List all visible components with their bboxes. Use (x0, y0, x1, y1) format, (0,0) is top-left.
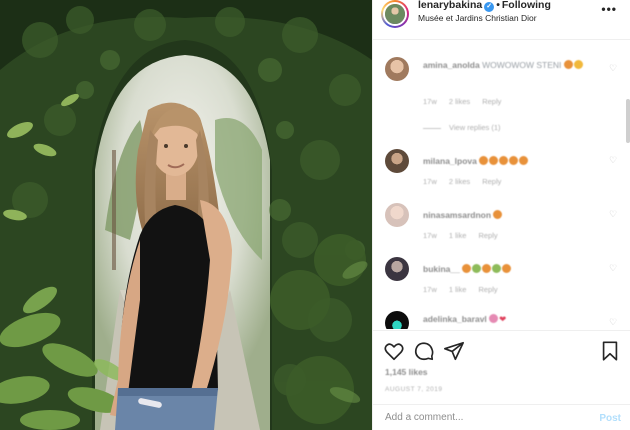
comment-body: milana_lpova (423, 155, 603, 167)
emoji-icon (482, 264, 492, 273)
author-avatar[interactable] (381, 0, 409, 28)
verified-badge-icon: ✓ (484, 2, 495, 12)
emoji-icon (489, 314, 499, 323)
reply-button[interactable]: Reply (482, 97, 501, 106)
comment-text: WOWOWOW STENI (482, 60, 562, 70)
comment-time: 17w (423, 231, 437, 240)
comment-likes[interactable]: 2 likes (449, 177, 470, 186)
post-actions (373, 330, 630, 362)
comment-likes[interactable]: 2 likes (449, 97, 470, 106)
comment-time: 17w (423, 285, 437, 294)
commenter-avatar[interactable] (385, 149, 409, 173)
comments-scrollbar[interactable] (626, 99, 630, 143)
commenter-username[interactable]: adelinka_baravl (423, 314, 487, 324)
emoji-icon (489, 156, 499, 165)
comment-like-icon[interactable]: ♡ (609, 263, 619, 273)
commenter-avatar[interactable] (385, 203, 409, 227)
post-photo[interactable] (0, 0, 372, 430)
reply-button[interactable]: Reply (482, 177, 501, 186)
emoji-icon (479, 156, 489, 165)
emoji-icon (472, 264, 482, 273)
post-comment-button[interactable]: Post (599, 413, 621, 424)
comment-meta: 17w 1 like Reply (423, 285, 508, 294)
comment-body: bukina__ (423, 263, 603, 275)
reply-button[interactable]: Reply (478, 231, 497, 240)
comment-body: adelinka_baravl ❤ (423, 313, 603, 325)
likes-count[interactable]: 1,145 likes (385, 367, 428, 377)
comment-body: ninasamsardnon (423, 209, 603, 221)
comment-time: 17w (423, 177, 437, 186)
comment-icon[interactable] (413, 340, 435, 362)
comment-likes[interactable]: 1 like (449, 285, 467, 294)
add-comment-bar: Post (373, 404, 630, 430)
emoji-icon (573, 60, 583, 69)
comment-meta: 17w 2 likes Reply (423, 97, 511, 106)
post-header: lenarybakina ✓ • Following Musée et Jardins… (373, 0, 630, 40)
emoji-icon (509, 156, 519, 165)
heart-icon[interactable] (383, 340, 405, 362)
view-replies-button[interactable]: View replies (1) (423, 123, 501, 132)
more-options-icon[interactable]: ••• (601, 2, 617, 16)
reply-button[interactable]: Reply (478, 285, 497, 294)
commenter-username[interactable]: milana_lpova (423, 156, 477, 166)
separator-dot: • (496, 0, 500, 11)
author-line: lenarybakina ✓ • Following (418, 0, 551, 12)
bookmark-icon[interactable] (599, 340, 621, 362)
commenter-avatar[interactable] (385, 257, 409, 281)
commenter-username[interactable]: ninasamsardnon (423, 210, 491, 220)
emoji-icon (492, 264, 502, 273)
instagram-post: lenarybakina ✓ • Following Musée et Jardins… (0, 0, 630, 430)
comment-meta: 17w 2 likes Reply (423, 177, 511, 186)
commenter-avatar[interactable] (385, 57, 409, 81)
comment-like-icon[interactable]: ♡ (609, 63, 619, 73)
post-location[interactable]: Musée et Jardins Christian Dior (418, 13, 537, 23)
commenter-avatar[interactable] (385, 311, 409, 329)
comment-likes[interactable]: 1 like (449, 231, 467, 240)
emoji-icon (563, 60, 573, 69)
emoji-icon (462, 264, 472, 273)
comment-like-icon[interactable]: ♡ (609, 209, 619, 219)
emoji-icon (519, 156, 529, 165)
comment-time: 17w (423, 97, 437, 106)
heart-emoji-icon: ❤ (499, 314, 507, 324)
comment-input[interactable] (385, 412, 575, 423)
following-button[interactable]: Following (502, 0, 551, 11)
garden-arch-photo (0, 0, 372, 430)
author-username[interactable]: lenarybakina (418, 0, 482, 11)
emoji-icon (502, 264, 512, 273)
emoji-icon (493, 210, 503, 219)
comment-like-icon[interactable]: ♡ (609, 155, 619, 165)
emoji-icon (499, 156, 509, 165)
post-date[interactable]: AUGUST 7, 2019 (385, 386, 442, 393)
comments-list[interactable]: amina_anolda WOWOWOW STENI 17w 2 likes R… (373, 41, 630, 329)
comment-body: amina_anolda WOWOWOW STENI (423, 59, 603, 71)
comment-like-icon[interactable]: ♡ (609, 317, 619, 327)
share-icon[interactable] (443, 340, 465, 362)
comment-meta: 17w 1 like Reply (423, 231, 508, 240)
commenter-username[interactable]: bukina__ (423, 264, 460, 274)
post-side-panel: lenarybakina ✓ • Following Musée et Jardins… (372, 0, 630, 430)
commenter-username[interactable]: amina_anolda (423, 60, 480, 70)
